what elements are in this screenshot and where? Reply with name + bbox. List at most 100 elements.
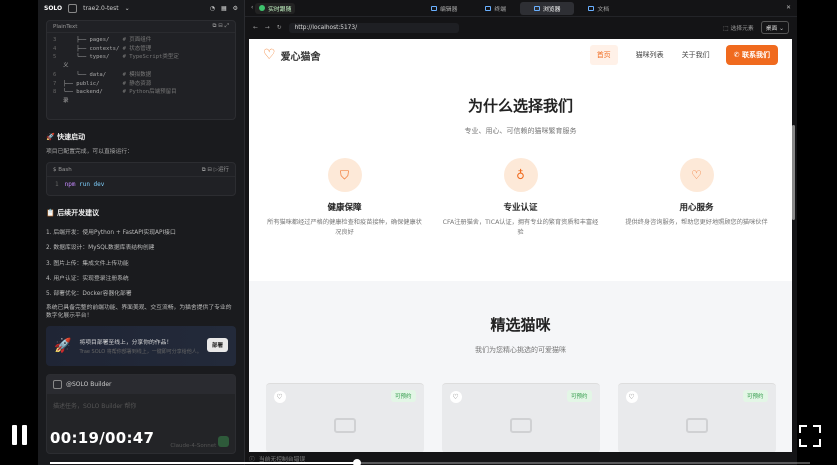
copy-icon[interactable]: ⧉ [213, 23, 217, 29]
why-subtitle: 专业、用心、可信赖的猫咪繁育服务 [464, 127, 577, 135]
select-element-button[interactable]: ⬚ 选择元素 [723, 23, 754, 32]
tab-浏览器[interactable]: 浏览器 [520, 2, 575, 15]
url-input[interactable]: http://localhost:5173/ [288, 22, 459, 33]
nav-link[interactable]: 首页 [589, 45, 618, 65]
agent-selector[interactable]: @SOLO Builder [47, 375, 235, 395]
ide-topbar: SOLO trae2.0-test ⌄ ◔ ▦ ⚙ [38, 0, 244, 16]
scrollbar[interactable] [792, 125, 795, 220]
list-item: 2. 数据库设计：MySQL数据库表结构创建 [46, 245, 155, 252]
availability-badge: 可预约 [742, 390, 768, 402]
insert-icon[interactable]: ⊟ [218, 23, 223, 29]
playback-time: 00:19/00:47 [50, 429, 155, 447]
shield-icon: ⛉ [327, 158, 362, 192]
device-dropdown[interactable]: 桌面 ⌄ [760, 21, 789, 34]
promo-subtitle: Trae SOLO 将帮你部署到线上，一键即可分享给他人。 [79, 349, 202, 356]
site-logo[interactable]: ♡ 爱心猫舍 [263, 48, 321, 63]
send-button[interactable] [218, 436, 229, 448]
feature-title: 健康保障 [327, 203, 362, 213]
favorite-icon[interactable]: ♡ [625, 391, 638, 403]
grid-icon[interactable]: ▦ [221, 5, 227, 12]
bash-label: Bash [58, 166, 72, 173]
cat-card[interactable]: ♡ 可预约 [441, 383, 600, 452]
brand-label: SOLO [44, 4, 63, 12]
feature-title: 用心服务 [679, 203, 714, 213]
app-window: SOLO trae2.0-test ⌄ ◔ ▦ ⚙ PlainText ⧉ ⊟ … [38, 0, 797, 465]
site-nav: 首页 猫咪列表 关于我们 [589, 45, 710, 65]
tree-line: 3 ├── pages/ # 页面组件 [53, 37, 152, 43]
list-item: 3. 图片上传：集成文件上传功能 [46, 260, 129, 267]
feature-card: ⛉ 健康保障所有猫咪都经过严格的健康检查和疫苗接种，确保健康状况良好 [265, 158, 425, 238]
featured-subtitle: 我们为您精心挑选的可爱猫咪 [475, 346, 566, 354]
chevron-down-icon[interactable]: ⌄ [125, 5, 130, 12]
tree-line: 6 └── data/ # 模拟数据 [53, 71, 152, 78]
tab-icon [588, 6, 595, 11]
reload-icon[interactable]: ↻ [277, 25, 282, 31]
insert-icon[interactable]: ⊟ [207, 167, 212, 173]
chat-input[interactable]: 描述任务，SOLO Builder 帮你 [47, 394, 235, 417]
run-button[interactable]: ▷运行 [214, 167, 229, 173]
settings-icon[interactable]: ⚙ [233, 5, 238, 12]
progress-bar[interactable] [50, 462, 810, 464]
bash-command: 1 npm run dev [55, 181, 105, 188]
deploy-button[interactable]: 部署 [206, 338, 228, 353]
list-item: 1. 后端开发：使用Python + FastAPI实现API接口 [46, 230, 176, 236]
list-item: 4. 用户认证：实现登录注册系统 [46, 275, 129, 282]
why-us-section: 为什么选择我们 专业、用心、可信赖的猫咪繁育服务 ⛉ 健康保障 所有猫咪都经过严格的… [249, 71, 792, 281]
bell-icon[interactable]: ◔ [210, 5, 215, 12]
project-name[interactable]: trae2.0-test [83, 5, 118, 12]
sidebar-toggle-icon[interactable] [68, 3, 78, 13]
progress-knob[interactable] [353, 459, 362, 465]
webpage-viewport: ♡ 爱心猫舍 首页 猫咪列表 关于我们 ✆ 联系我们 为什么选择我们 专业、用心、可信… [249, 39, 792, 452]
forward-arrow-icon[interactable]: → [265, 25, 270, 31]
tree-line: 7 ├── public/ # 静态资源 [53, 80, 152, 87]
feature-desc: 提供终身咨询服务，帮助您更好地照顾您的猫咪伙伴 [625, 219, 768, 226]
award-icon: ♁ [503, 158, 538, 192]
tree-line: 4 ├── contexts/ # 状态管理 [53, 45, 152, 52]
panel-topbar: ‹ 实时跟随 编辑器 终端 浏览器 文档 ✕ [245, 0, 797, 16]
pause-button[interactable] [11, 425, 29, 445]
model-selector[interactable]: Claude-4-Sonnet [170, 443, 216, 449]
feature-list: ⛉ 健康保障所有猫咪都经过严格的健康检查和疫苗接种，确保健康状况良好 ♁ 专业认证 CF… [249, 158, 792, 238]
cat-card[interactable]: ♡ 可预约 [617, 383, 776, 452]
code-block: PlainText ⧉ ⊟ ⤢ 3 ├── pages/ # 页面组件 4 ├──… [46, 20, 236, 120]
tab-文档[interactable]: 文档 [574, 2, 623, 15]
tab-icon [534, 6, 541, 11]
tab-icon [431, 6, 437, 11]
nav-link[interactable]: 猫咪列表 [636, 50, 664, 60]
fullscreen-icon[interactable] [799, 425, 821, 447]
nav-link[interactable]: 关于我们 [682, 50, 710, 60]
favorite-icon[interactable]: ♡ [273, 391, 286, 403]
chat-panel: SOLO trae2.0-test ⌄ ◔ ▦ ⚙ PlainText ⧉ ⊟ … [38, 0, 245, 465]
contact-button[interactable]: ✆ 联系我们 [725, 45, 778, 65]
live-follow-toggle[interactable]: 实时跟随 [255, 2, 296, 14]
back-icon[interactable]: ‹ [251, 5, 253, 11]
address-bar: ← → ↻ http://localhost:5173/ ⬚ 选择元素 桌面 ⌄ [245, 16, 797, 38]
availability-badge: 可预约 [566, 390, 592, 402]
promo-title: 将项目部署至线上，分享你的作品！ [79, 340, 173, 347]
next-steps-heading: 📋 后续开发建议 [46, 209, 100, 217]
featured-title: 精选猫咪 [490, 316, 551, 334]
site-navbar: ♡ 爱心猫舍 首页 猫咪列表 关于我们 ✆ 联系我们 [249, 39, 792, 71]
back-arrow-icon[interactable]: ← [253, 25, 258, 31]
cat-card[interactable]: ♡ 可预约 [265, 383, 424, 452]
copy-icon[interactable]: ⧉ [202, 167, 206, 173]
feature-desc: CFA注册猫舍，TICA认证，拥有专业的繁育资质和丰富经验 [442, 219, 599, 236]
summary-text: 系统已具备完整的前端功能、界面美观、交互流畅，为猫舍提供了专业的数字化展示平台！ [46, 305, 232, 320]
expand-icon[interactable]: ⤢ [225, 23, 229, 29]
tab-编辑器[interactable]: 编辑器 [417, 2, 471, 15]
feature-desc: 所有猫咪都经过严格的健康检查和疫苗接种，确保健康状况良好 [267, 219, 422, 236]
close-icon[interactable]: ✕ [786, 5, 791, 11]
tab-icon [485, 6, 492, 11]
favorite-icon[interactable]: ♡ [449, 391, 462, 403]
rocket-icon: 🚀 [54, 338, 72, 355]
panel-tabs: 编辑器 终端 浏览器 文档 [417, 2, 623, 15]
agent-icon [53, 380, 62, 390]
tab-终端[interactable]: 终端 [471, 2, 520, 15]
tree-line: 录 [63, 97, 125, 104]
image-placeholder-icon [333, 418, 356, 433]
image-placeholder-icon [685, 418, 708, 433]
code-block-header: PlainText ⧉ ⊟ ⤢ [47, 21, 235, 33]
feature-card: ♁ 专业认证 CFA注册猫舍，TICA认证，拥有专业的繁育资质和丰富经验 [441, 158, 601, 238]
tree-line: 义 [63, 63, 125, 70]
deploy-promo: 🚀 将项目部署至线上，分享你的作品！ Trae SOLO 将帮你部署到线上，一键… [46, 326, 236, 367]
